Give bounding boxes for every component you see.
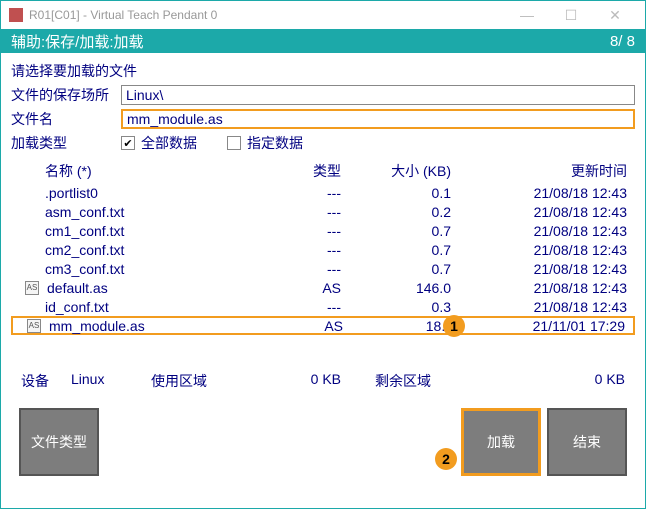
page-counter: 8/ 8 [610, 33, 635, 50]
load-type-label: 加载类型 [11, 133, 121, 153]
file-row-selected[interactable]: ASmm_module.as AS 18.5 21/11/01 17:29 1 [11, 316, 635, 335]
device-label: 设备 [11, 371, 71, 391]
use-area-value: 0 KB [251, 371, 341, 391]
load-type-row: 加载类型 全部数据 指定数据 [11, 133, 635, 153]
prompt-label: 请选择要加载的文件 [11, 61, 137, 81]
specified-data-checkbox[interactable] [227, 136, 241, 150]
as-file-icon: AS [27, 319, 41, 333]
filename-input[interactable]: mm_module.as [121, 109, 635, 129]
app-window: R01[C01] - Virtual Teach Pendant 0 — ☐ ✕… [0, 0, 646, 509]
load-button[interactable]: 加载 [461, 408, 541, 476]
file-list: .portlist0 --- 0.1 21/08/18 12:43 asm_co… [11, 183, 635, 335]
as-file-icon: AS [25, 281, 39, 295]
device-value: Linux [71, 371, 151, 391]
type-column-header: 类型 [251, 161, 341, 181]
use-area-label: 使用区域 [151, 371, 251, 391]
updated-column-header: 更新时间 [451, 161, 635, 181]
button-bar: 文件类型 2 加载 结束 [11, 397, 635, 487]
filename-row: 文件名 mm_module.as [11, 109, 635, 129]
close-button[interactable]: ✕ [593, 7, 637, 24]
sub-header: 辅助:保存/加载:加载 8/ 8 [1, 29, 645, 53]
file-row[interactable]: cm1_conf.txt --- 0.7 21/08/18 12:43 [11, 221, 635, 240]
file-row[interactable]: cm2_conf.txt --- 0.7 21/08/18 12:43 [11, 240, 635, 259]
free-area-value: 0 KB [431, 371, 635, 391]
end-button[interactable]: 结束 [547, 408, 627, 476]
file-list-header: 名称 (*) 类型 大小 (KB) 更新时间 [11, 159, 635, 183]
save-location-input[interactable]: Linux\ [121, 85, 635, 105]
status-row: 设备 Linux 使用区域 0 KB 剩余区域 0 KB [11, 365, 635, 397]
file-row[interactable]: .portlist0 --- 0.1 21/08/18 12:43 [11, 183, 635, 202]
all-data-label: 全部数据 [141, 133, 197, 153]
all-data-checkbox[interactable] [121, 136, 135, 150]
file-type-button[interactable]: 文件类型 [19, 408, 99, 476]
file-row[interactable]: asm_conf.txt --- 0.2 21/08/18 12:43 [11, 202, 635, 221]
file-row[interactable]: id_conf.txt --- 0.3 21/08/18 12:43 [11, 297, 635, 316]
name-column-header: 名称 (*) [11, 161, 251, 181]
app-icon [9, 8, 23, 22]
titlebar: R01[C01] - Virtual Teach Pendant 0 — ☐ ✕ [1, 1, 645, 29]
window-title: R01[C01] - Virtual Teach Pendant 0 [29, 8, 505, 22]
save-location-row: 文件的保存场所 Linux\ [11, 85, 635, 105]
callout-badge-1: 1 [443, 315, 465, 337]
free-area-label: 剩余区域 [341, 371, 431, 391]
size-column-header: 大小 (KB) [341, 161, 451, 181]
callout-badge-2: 2 [435, 448, 457, 470]
specified-data-label: 指定数据 [247, 133, 303, 153]
save-location-label: 文件的保存场所 [11, 85, 121, 105]
filename-label: 文件名 [11, 109, 121, 129]
minimize-button[interactable]: — [505, 7, 549, 23]
file-row[interactable]: ASdefault.as AS 146.0 21/08/18 12:43 [11, 278, 635, 297]
maximize-button[interactable]: ☐ [549, 7, 593, 24]
breadcrumb: 辅助:保存/加载:加载 [11, 31, 610, 52]
content-area: 请选择要加载的文件 文件的保存场所 Linux\ 文件名 mm_module.a… [1, 53, 645, 508]
file-row[interactable]: cm3_conf.txt --- 0.7 21/08/18 12:43 [11, 259, 635, 278]
